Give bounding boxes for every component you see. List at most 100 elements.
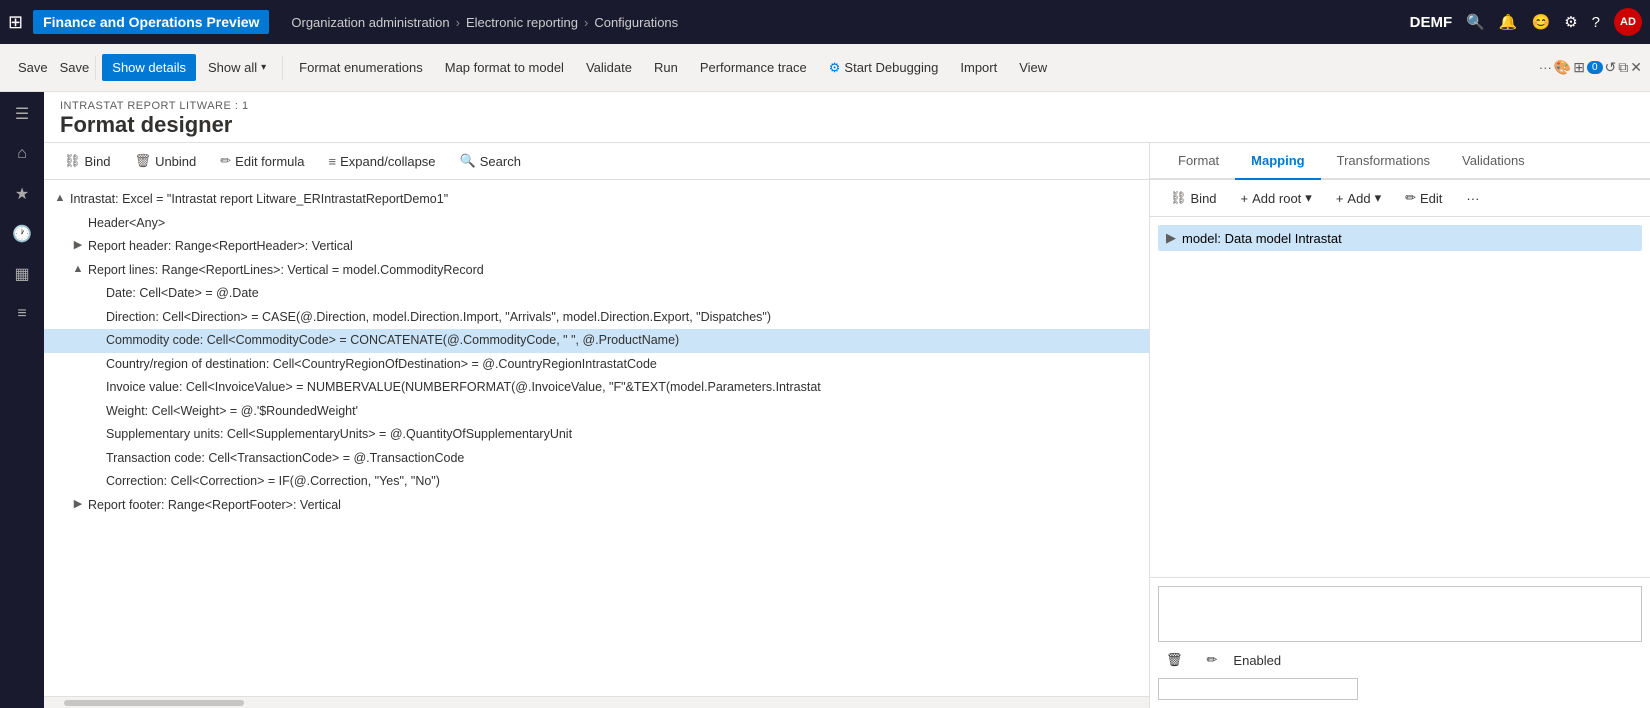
edit-button-right[interactable]: ✏ Edit <box>1397 186 1450 210</box>
tree-item[interactable]: ▶Report header: Range<ReportHeader>: Ver… <box>44 235 1149 259</box>
split-icon[interactable]: ⊞ <box>1573 59 1585 76</box>
expand-model-icon[interactable]: ▶ <box>1166 230 1176 246</box>
tree-toggle-icon[interactable]: ▶ <box>70 238 86 253</box>
unbind-button[interactable]: 🗑 Unbind <box>127 149 205 173</box>
app-grid-icon[interactable]: ⊞ <box>8 12 23 33</box>
tree-item[interactable]: Country/region of destination: Cell<Coun… <box>44 353 1149 377</box>
refresh-icon[interactable]: ↺ <box>1605 59 1617 76</box>
performance-trace-button[interactable]: Performance trace <box>690 54 817 81</box>
map-format-button[interactable]: Map format to model <box>435 54 574 81</box>
pencil-icon: ✏ <box>220 153 231 169</box>
tree-item[interactable]: Transaction code: Cell<TransactionCode> … <box>44 447 1149 471</box>
tree-item[interactable]: Correction: Cell<Correction> = IF(@.Corr… <box>44 470 1149 494</box>
tab-mapping[interactable]: Mapping <box>1235 143 1320 180</box>
save-label[interactable]: Save <box>60 60 90 75</box>
badge-icon: 0 <box>1587 61 1603 74</box>
start-debugging-button[interactable]: ⚙ Start Debugging <box>819 54 949 82</box>
right-panel-content[interactable]: ▶ model: Data model Intrastat <box>1150 217 1650 577</box>
import-button[interactable]: Import <box>950 54 1007 81</box>
more-button-right[interactable]: ··· <box>1458 187 1487 210</box>
tab-transformations[interactable]: Transformations <box>1321 143 1446 180</box>
edit-formula-button[interactable]: ✏ Edit formula <box>212 149 312 173</box>
bell-icon[interactable]: 🔔 <box>1499 13 1518 31</box>
trash-icon: 🗑 <box>135 153 152 169</box>
side-nav-workspaces-icon[interactable]: ▦ <box>4 256 40 292</box>
close-icon[interactable]: ✕ <box>1630 59 1642 76</box>
more-options-icon[interactable]: ··· <box>1539 60 1552 75</box>
tree-item[interactable]: ▲Report lines: Range<ReportLines>: Verti… <box>44 259 1149 283</box>
add-button-right[interactable]: + Add ▾ <box>1328 186 1389 210</box>
tree-item[interactable]: ▶Report footer: Range<ReportFooter>: Ver… <box>44 494 1149 518</box>
enabled-input[interactable] <box>1158 678 1358 700</box>
right-panel: Format Mapping Transformations Validatio… <box>1150 143 1650 708</box>
format-enumerations-button[interactable]: Format enumerations <box>289 54 433 81</box>
tree-item-text: Direction: Cell<Direction> = CASE(@.Dire… <box>106 309 771 327</box>
search-button[interactable]: 🔍 Search <box>452 149 529 173</box>
tree-toggle-icon[interactable]: ▶ <box>70 497 86 512</box>
link-icon-right: ⛓ <box>1170 190 1187 206</box>
validate-button[interactable]: Validate <box>576 54 642 81</box>
tree-item-text: Intrastat: Excel = "Intrastat report Lit… <box>70 191 448 209</box>
bottom-right: 🗑 ✏ Enabled <box>1150 577 1650 708</box>
page-header: INTRASTAT REPORT LITWARE : 1 Format desi… <box>44 92 1650 143</box>
expand-collapse-button[interactable]: ≡ Expand/collapse <box>321 150 444 173</box>
side-nav-menu-icon[interactable]: ☰ <box>4 96 40 132</box>
avatar[interactable]: AD <box>1614 8 1642 36</box>
side-nav-recent-icon[interactable]: 🕐 <box>4 216 40 252</box>
tree-toggle-icon[interactable]: ▲ <box>70 262 86 277</box>
model-item[interactable]: ▶ model: Data model Intrastat <box>1158 225 1642 251</box>
view-button[interactable]: View <box>1009 54 1057 81</box>
show-all-button[interactable]: Show all ▾ <box>198 54 276 81</box>
breadcrumb-config[interactable]: Configurations <box>594 15 678 30</box>
bottom-actions: 🗑 ✏ Enabled <box>1158 648 1642 672</box>
help-icon[interactable]: ? <box>1592 14 1600 31</box>
tree-item[interactable]: Weight: Cell<Weight> = @.'$RoundedWeight… <box>44 400 1149 424</box>
side-nav-modules-icon[interactable]: ≡ <box>4 296 40 332</box>
search-icon[interactable]: 🔍 <box>1466 13 1485 31</box>
enabled-label: Enabled <box>1233 653 1281 668</box>
breadcrumb-er[interactable]: Electronic reporting <box>466 15 578 30</box>
save-button[interactable]: Save <box>8 54 58 81</box>
left-action-bar: ⛓ Bind 🗑 Unbind ✏ Edit formula ≡ Expand/… <box>44 143 1149 180</box>
add-root-chevron: ▾ <box>1305 190 1312 206</box>
smiley-icon[interactable]: 😊 <box>1532 13 1551 31</box>
tree-item[interactable]: Invoice value: Cell<InvoiceValue> = NUMB… <box>44 376 1149 400</box>
restore-icon[interactable]: ⧉ <box>1618 59 1628 76</box>
scroll-thumb[interactable] <box>64 700 244 706</box>
bind-button-left[interactable]: ⛓ Bind <box>56 149 119 173</box>
add-root-button[interactable]: + Add root ▾ <box>1233 186 1320 210</box>
horizontal-scrollbar[interactable] <box>44 696 1149 708</box>
tree-item-text: Weight: Cell<Weight> = @.'$RoundedWeight… <box>106 403 358 421</box>
top-nav-icons: DEMF 🔍 🔔 😊 ⚙ ? AD <box>1410 8 1642 36</box>
tree-item[interactable]: Date: Cell<Date> = @.Date <box>44 282 1149 306</box>
breadcrumb: Organization administration › Electronic… <box>291 15 1403 30</box>
delete-formula-button[interactable]: 🗑 <box>1158 648 1191 672</box>
side-nav-favorites-icon[interactable]: ★ <box>4 176 40 212</box>
run-button[interactable]: Run <box>644 54 688 81</box>
tree-item[interactable]: ▲Intrastat: Excel = "Intrastat report Li… <box>44 188 1149 212</box>
side-nav-home-icon[interactable]: ⌂ <box>4 136 40 172</box>
tree-toggle-icon[interactable]: ▲ <box>52 191 68 206</box>
edit-formula-button-right[interactable]: ✏ <box>1199 648 1226 672</box>
right-action-bar: ⛓ Bind + Add root ▾ + Add ▾ ✏ <box>1150 180 1650 217</box>
format-tree[interactable]: ▲Intrastat: Excel = "Intrastat report Li… <box>44 180 1149 696</box>
tree-item[interactable]: Supplementary units: Cell<SupplementaryU… <box>44 423 1149 447</box>
tree-item-text: Header<Any> <box>88 215 165 233</box>
tree-item-text: Invoice value: Cell<InvoiceValue> = NUMB… <box>106 379 821 397</box>
bind-button-right[interactable]: ⛓ Bind <box>1162 186 1225 210</box>
formula-input[interactable] <box>1158 586 1642 642</box>
show-details-button[interactable]: Show details <box>102 54 196 81</box>
tree-item-text: Report lines: Range<ReportLines>: Vertic… <box>88 262 484 280</box>
tree-item-text: Date: Cell<Date> = @.Date <box>106 285 259 303</box>
breadcrumb-org[interactable]: Organization administration <box>291 15 449 30</box>
tab-format[interactable]: Format <box>1162 143 1235 180</box>
top-nav-bar: ⊞ Finance and Operations Preview Organiz… <box>0 0 1650 44</box>
expand-icon: ≡ <box>329 154 337 169</box>
palette-icon[interactable]: 🎨 <box>1554 59 1571 76</box>
tabs-bar: Format Mapping Transformations Validatio… <box>1150 143 1650 180</box>
settings-icon[interactable]: ⚙ <box>1564 13 1577 31</box>
tree-item[interactable]: Header<Any> <box>44 212 1149 236</box>
tree-item[interactable]: Commodity code: Cell<CommodityCode> = CO… <box>44 329 1149 353</box>
tree-item[interactable]: Direction: Cell<Direction> = CASE(@.Dire… <box>44 306 1149 330</box>
tab-validations[interactable]: Validations <box>1446 143 1541 180</box>
